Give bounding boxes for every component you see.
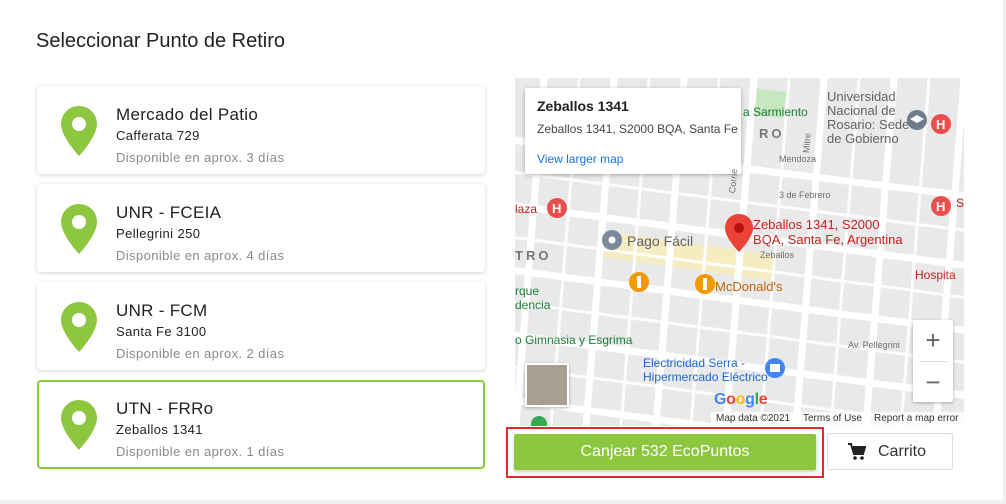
zoom-in-button[interactable]: + <box>913 320 953 360</box>
zoom-out-button[interactable]: − <box>913 362 953 402</box>
location-eta: Disponible en aprox. 4 días <box>116 248 285 263</box>
hospital-icon: H <box>931 196 951 216</box>
view-larger-map-link[interactable]: View larger map <box>537 152 623 166</box>
poi-parque-line-2: dencia <box>515 298 551 312</box>
street-3-de-febrero: 3 de Febrero <box>779 190 831 200</box>
poi-gimnasia[interactable]: o Gimnasia y Esgrima <box>515 333 632 347</box>
location-pin-icon <box>61 204 97 254</box>
satellite-toggle[interactable] <box>525 363 569 407</box>
map-data-text: Map data ©2021 <box>716 413 791 424</box>
google-logo: Google <box>714 391 768 408</box>
poi-hospital[interactable]: Hospita <box>915 268 956 282</box>
location-pin-icon <box>61 302 97 352</box>
poi-pago-facil[interactable]: Pago Fácil <box>627 233 693 249</box>
school-icon <box>907 110 927 130</box>
poi-parque[interactable]: rque dencia <box>515 284 550 312</box>
poi-mcdonalds[interactable]: McDonald's <box>715 279 783 294</box>
poi-s-fragment[interactable]: S <box>956 196 964 210</box>
location-pin-icon <box>61 106 97 156</box>
poi-parque-line-1: rque <box>515 284 540 298</box>
infowindow-title: Zeballos 1341 <box>537 98 629 114</box>
report-map-error-link[interactable]: Report a map error <box>874 413 958 424</box>
terms-of-use-link[interactable]: Terms of Use <box>803 413 862 424</box>
poi-electricidad-serra[interactable]: Electricidad Serra - Hipermercado Eléctr… <box>643 356 768 384</box>
street-zeballos: Zeballos <box>760 250 795 260</box>
redeem-button[interactable]: Canjear 532 EcoPuntos <box>514 434 816 470</box>
poi-universidad-line-3: Rosario: Sede <box>827 117 910 132</box>
marker-label-line-2: BQA, Santa Fe, Argentina <box>753 232 903 247</box>
hospital-icon: H <box>547 198 567 218</box>
svg-text:H: H <box>936 199 945 214</box>
marker-label-line-1: Zeballos 1341, S2000 <box>753 217 880 232</box>
page-title: Seleccionar Punto de Retiro <box>36 30 286 52</box>
poi-sarmiento[interactable]: a Sarmiento <box>743 105 808 119</box>
location-name: UNR - FCEIA <box>116 203 222 222</box>
restaurant-icon <box>695 274 715 294</box>
location-card-mercado-del-patio[interactable]: Mercado del Patio Cafferata 729 Disponib… <box>37 86 485 174</box>
district-label: TRO <box>515 248 552 263</box>
location-eta: Disponible en aprox. 3 días <box>116 150 285 165</box>
hospital-icon: H <box>931 114 951 134</box>
cart-button[interactable]: Carrito <box>827 433 953 470</box>
poi-electricidad-line-1: Electricidad Serra - <box>643 356 746 370</box>
location-address: Cafferata 729 <box>116 128 200 143</box>
poi-electricidad-line-2: Hipermercado Eléctrico <box>643 370 768 384</box>
street-mitre: Mitre <box>801 132 813 154</box>
svg-text:H: H <box>936 117 945 132</box>
map-attribution: Map data ©2021 Terms of Use Report a map… <box>711 412 964 426</box>
location-name: UNR - FCM <box>116 301 208 320</box>
pickup-panel: Seleccionar Punto de Retiro Mercado del … <box>0 0 1003 500</box>
location-card-unr-fceia[interactable]: UNR - FCEIA Pellegrini 250 Disponible en… <box>37 184 485 272</box>
poi-universidad-line-2: Nacional de <box>827 103 896 118</box>
location-card-utn-frro[interactable]: UTN - FRRo Zeballos 1341 Disponible en a… <box>37 380 485 469</box>
location-eta: Disponible en aprox. 1 días <box>116 444 285 459</box>
location-address: Santa Fe 3100 <box>116 324 207 339</box>
street-corrientes: Corrie <box>727 168 740 194</box>
street-mendoza: Mendoza <box>779 154 817 164</box>
location-pin-icon <box>61 400 97 450</box>
infowindow-address: Zeballos 1341, S2000 BQA, Santa Fe <box>537 122 738 136</box>
poi-plaza[interactable]: laza <box>515 202 537 216</box>
location-eta: Disponible en aprox. 2 días <box>116 346 285 361</box>
location-card-unr-fcm[interactable]: UNR - FCM Santa Fe 3100 Disponible en ap… <box>37 282 485 370</box>
pago-facil-icon <box>602 230 622 250</box>
restaurant-icon <box>629 272 649 292</box>
shopping-icon <box>765 358 785 378</box>
cart-label: Carrito <box>878 443 927 460</box>
map[interactable]: H H H Zeballos 1341 Zeballos 1341, S2000… <box>515 78 964 426</box>
marker-label: Zeballos 1341, S2000 BQA, Santa Fe, Arge… <box>753 217 903 247</box>
cart-icon <box>848 443 866 460</box>
zoom-control: + − <box>913 320 953 402</box>
district-label-ro: RO <box>759 126 785 141</box>
location-address: Pellegrini 250 <box>116 226 201 241</box>
poi-universidad[interactable]: Universidad Nacional de Rosario: Sede de… <box>827 90 909 146</box>
map-infowindow: Zeballos 1341 Zeballos 1341, S2000 BQA, … <box>525 88 741 174</box>
location-address: Zeballos 1341 <box>116 422 203 437</box>
poi-universidad-line-1: Universidad <box>827 89 896 104</box>
svg-text:H: H <box>552 201 561 216</box>
location-name: Mercado del Patio <box>116 105 259 124</box>
poi-universidad-line-4: de Gobierno <box>827 131 899 146</box>
street-pellegrini: Av. Pellegrini <box>848 340 900 350</box>
location-name: UTN - FRRo <box>116 399 214 418</box>
